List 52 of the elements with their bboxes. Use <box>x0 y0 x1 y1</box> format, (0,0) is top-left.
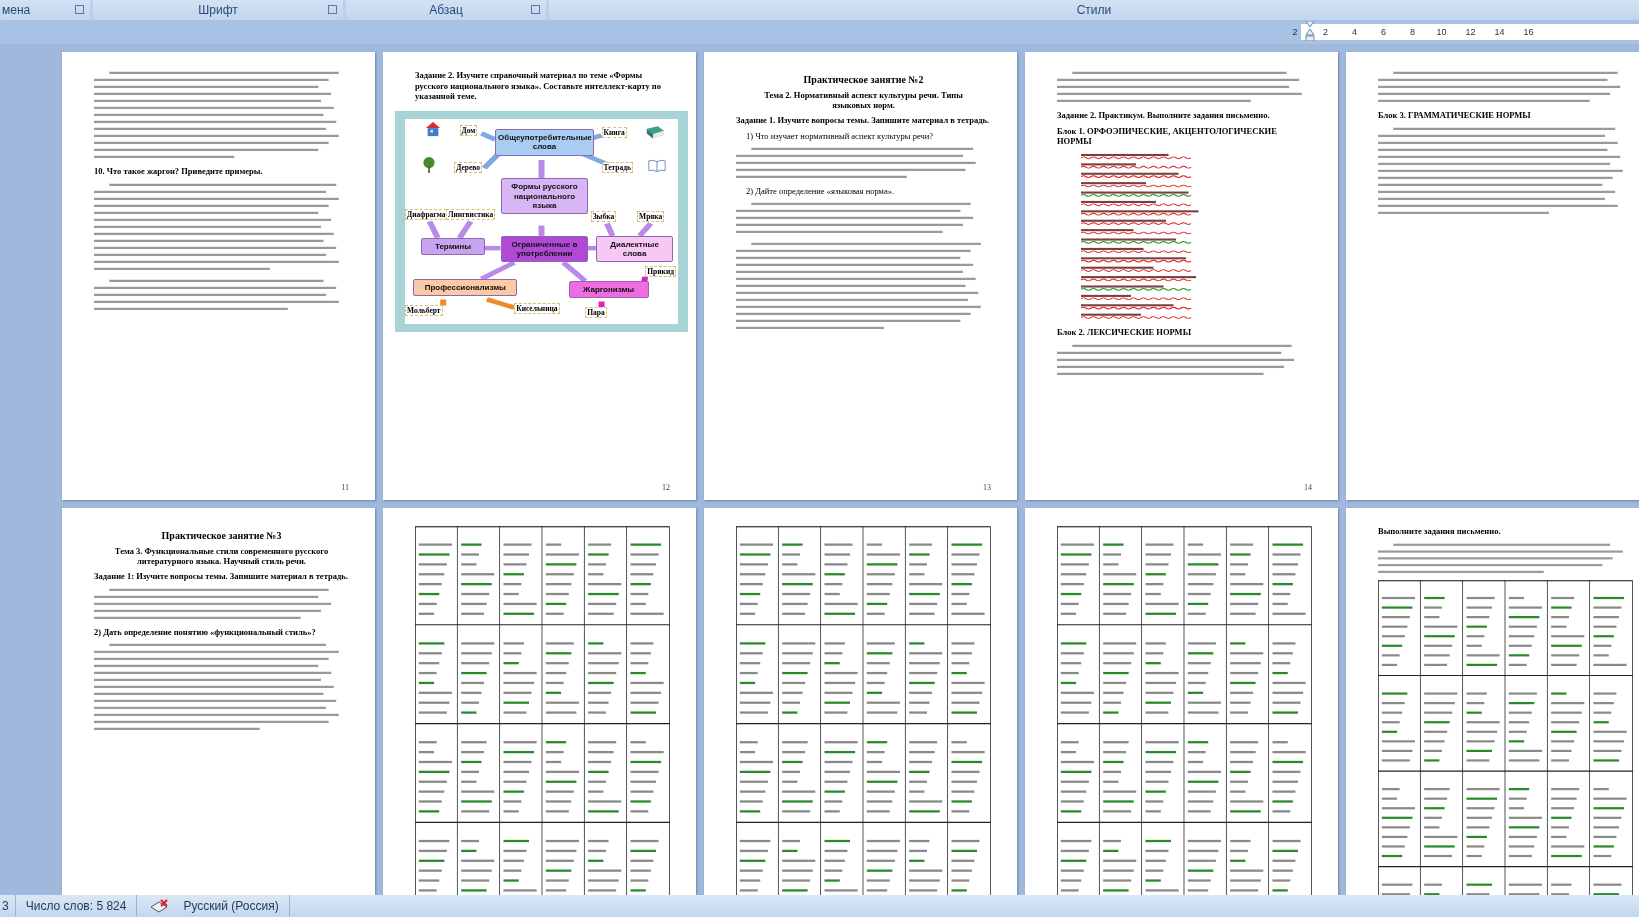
ruler-number: 4 <box>1351 27 1358 37</box>
task-heading: Задание 2. Практикум. Выполните задания письменно. <box>1057 110 1271 121</box>
open-book-icon <box>647 157 666 172</box>
task-heading: Задание 2. Изучите справочный материал по теме «Формы русского национального языка». Составьте интеллект-карту по указанной теме. <box>415 70 662 102</box>
horizontal-ruler[interactable]: 2 2 4 6 8 10 12 14 16 <box>1289 24 1639 40</box>
ruler-number: 10 <box>1435 27 1448 37</box>
word-count[interactable]: Число слов: 5 824 <box>15 895 138 917</box>
page-number: 13 <box>982 483 991 492</box>
dialog-launcher-icon[interactable] <box>328 5 337 14</box>
task-heading: Выполните задания письменно. <box>1378 526 1502 537</box>
tree-icon <box>421 155 438 174</box>
task-heading: Задание 1. Изучите вопросы темы. Запишите материал в тетрадь. <box>736 115 991 126</box>
dialog-launcher-icon[interactable] <box>75 5 84 14</box>
mind-map-node: Термины <box>421 237 485 255</box>
ruler-number: 6 <box>1380 27 1387 37</box>
page-number: 12 <box>661 483 670 492</box>
task-heading: 10. Что такое жаргон? Приведите примеры. <box>94 166 264 177</box>
language-indicator[interactable]: Русский (Россия) <box>173 895 290 917</box>
book-icon <box>645 125 666 140</box>
mind-map-node: Ограниченные в употреблении <box>500 235 589 263</box>
task-heading: Задание 1: Изучите вопросы темы. Запишите материал в тетрадь. <box>94 571 349 582</box>
mind-map-node: Общеупотребительные слова <box>495 129 594 156</box>
group-label: Шрифт <box>198 3 238 17</box>
page-number: 11 <box>340 483 349 492</box>
group-label: Стили <box>1076 3 1112 17</box>
topic-heading: Тема 2. Нормативный аспект культуры речи. Типы языковых норм. <box>763 90 964 110</box>
task-heading: Блок 2. ЛЕКСИЧЕСКИЕ НОРМЫ <box>1057 326 1192 338</box>
mind-map-node: Диалектные слова <box>596 235 674 263</box>
mind-map-node: Жаргонизмы <box>568 280 649 298</box>
group-label: мена <box>2 3 31 17</box>
question-text: 1) Что изучает нормативный аспект культуры речи? <box>745 130 935 141</box>
mind-map-node: Формы русского национального языка <box>500 178 589 214</box>
ruler-number: 16 <box>1522 27 1535 37</box>
page-indicator[interactable]: 3 <box>0 895 16 917</box>
ruler-number: 2 <box>1322 27 1329 37</box>
page-title: Практическое занятие №2 <box>802 74 925 85</box>
page-number: 14 <box>1303 483 1312 492</box>
page-title: Практическое занятие №3 <box>160 530 283 541</box>
task-heading: 2) Дать определение понятию «функциональный стиль»? <box>94 626 317 638</box>
indent-marker-icon[interactable] <box>1305 21 1315 41</box>
group-label: Абзац <box>429 3 463 17</box>
task-heading: Блок 3. ГРАММАТИЧЕСКИЕ НОРМЫ <box>1378 110 1532 121</box>
ruler-number: 14 <box>1493 27 1506 37</box>
task-heading: Блок 1. ОРФОЭПИЧЕСКИЕ, АКЦЕНТОЛОГИЧЕСКИЕ НОРМЫ <box>1057 125 1278 147</box>
spelling-check-icon[interactable] <box>149 898 170 914</box>
dialog-launcher-icon[interactable] <box>531 5 540 14</box>
question-text: 2) Дайте определение «языковая норма». <box>745 185 896 196</box>
ruler-number: 2 <box>1289 24 1301 40</box>
ruler-number: 12 <box>1464 27 1477 37</box>
mind-map-node: Профессионализмы <box>413 278 518 296</box>
topic-heading: Тема 3. Функциональные стили современного русского литературного языка. Научный стиль речи. <box>113 546 330 566</box>
ruler-number: 8 <box>1409 27 1416 37</box>
